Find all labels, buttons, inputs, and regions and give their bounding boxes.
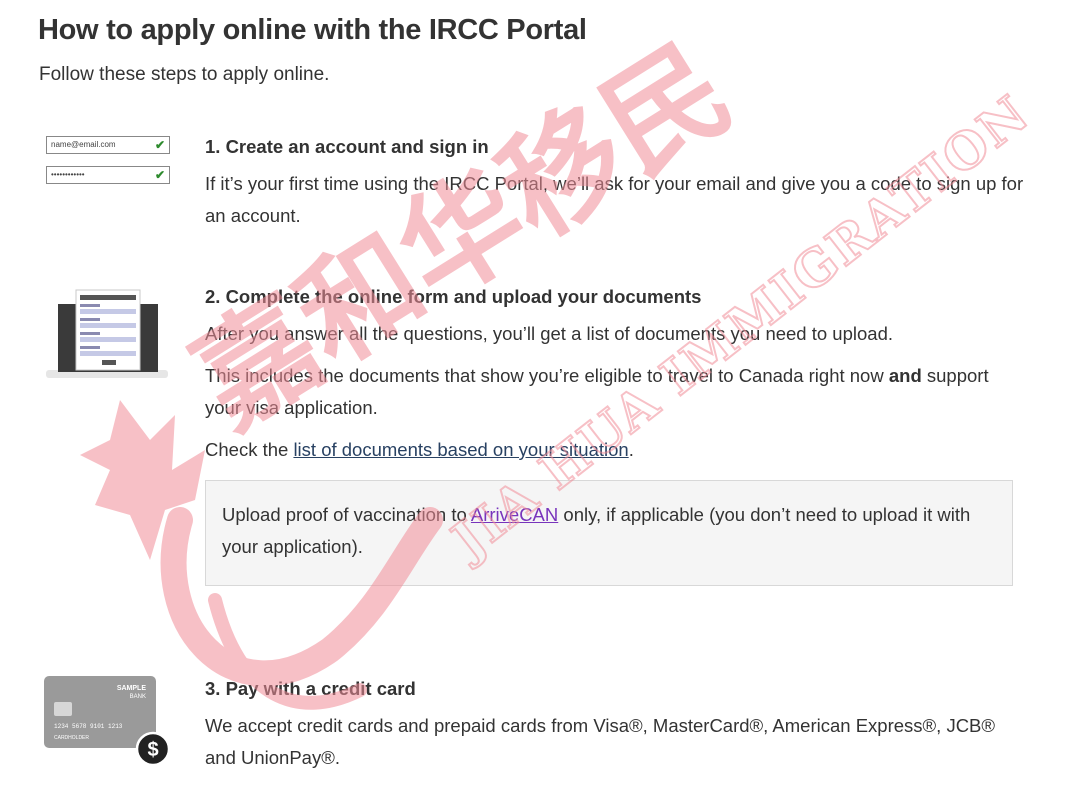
step-body: We accept credit cards and prepaid cards…: [205, 715, 996, 768]
callout-text: Upload proof of vaccination to ArriveCAN…: [222, 499, 996, 563]
dollar-symbol: $: [147, 739, 158, 761]
step-paragraph: Check the list of documents based on you…: [205, 434, 1025, 466]
email-field-illustration: name@email.com ✔: [46, 136, 170, 154]
password-field-text: ••••••••••••: [51, 170, 85, 179]
step-body: If it’s your first time using the IRCC P…: [205, 173, 1024, 226]
bold-text: and: [888, 365, 922, 386]
step-heading: 3. Pay with a credit card: [205, 678, 416, 699]
text-fragment: Check the: [205, 439, 294, 460]
step-complete-form: 2. Complete the online form and upload y…: [205, 286, 1025, 586]
checkmark-icon: ✔: [154, 138, 165, 152]
step-heading: 2. Complete the online form and upload y…: [205, 286, 702, 307]
password-field-illustration: •••••••••••• ✔: [46, 166, 170, 184]
maple-leaf-icon: [80, 400, 205, 560]
card-holder: CARDHOLDER: [54, 735, 89, 741]
text-fragment: Upload proof of vaccination to: [222, 504, 471, 525]
text-fragment: .: [628, 439, 634, 460]
step-pay: 3. Pay with a credit card We accept cred…: [205, 678, 1025, 784]
step-heading: 1. Create an account and sign in: [205, 136, 489, 157]
page-title: How to apply online with the IRCC Portal: [38, 14, 587, 46]
laptop-form-icon: [46, 289, 168, 378]
step-paragraph: This includes the documents that show yo…: [205, 360, 1025, 424]
card-number: 1234 5678 9101 1213: [54, 723, 123, 730]
vaccination-callout: Upload proof of vaccination to ArriveCAN…: [205, 480, 1013, 586]
checkmark-icon: ✔: [154, 168, 165, 182]
credit-card-icon: SAMPLE BANK 1234 5678 9101 1213 CARDHOLD…: [44, 676, 171, 767]
documents-list-link[interactable]: list of documents based on your situatio…: [293, 439, 628, 460]
text-fragment: This includes the documents that show yo…: [205, 365, 889, 386]
page-subtitle: Follow these steps to apply online.: [39, 64, 330, 85]
step-paragraph: After you answer all the questions, you’…: [205, 323, 893, 344]
card-bank-name: SAMPLE: [117, 685, 147, 692]
step-create-account: 1. Create an account and sign in If it’s…: [205, 136, 1025, 242]
login-form-icon: name@email.com ✔ •••••••••••• ✔: [46, 136, 172, 188]
email-field-text: name@email.com: [51, 140, 116, 149]
arrivecan-link[interactable]: ArriveCAN: [471, 504, 558, 525]
card-bank-name: BANK: [130, 694, 146, 700]
